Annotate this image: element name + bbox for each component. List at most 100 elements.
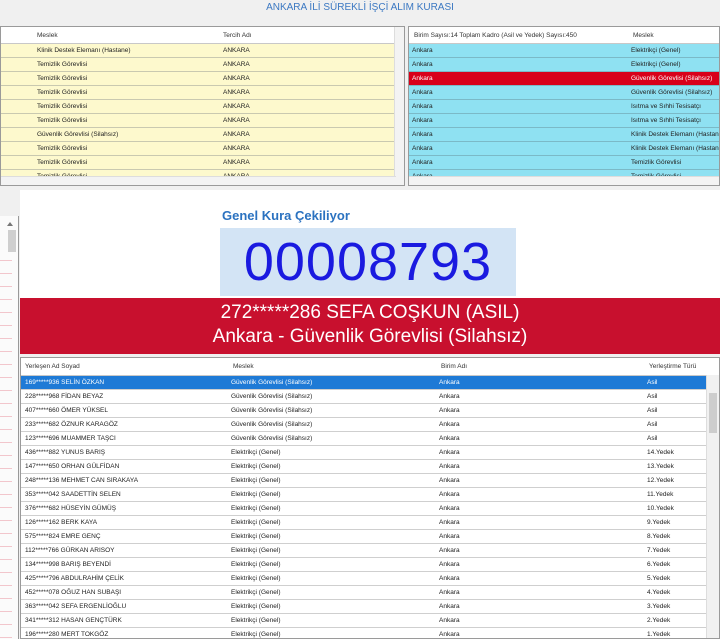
cell-meslek: Elektrikçi (Genel)	[231, 463, 281, 470]
vertical-scrollbar[interactable]	[394, 27, 404, 185]
preference-grid[interactable]: Meslek Tercih Adı Klinik Destek Elemanı …	[0, 26, 405, 186]
column-header-tercih[interactable]: Tercih Adı	[223, 32, 252, 39]
cell-meslek: Temizlik Görevlisi	[631, 159, 682, 166]
strip-divider	[0, 572, 12, 573]
grid-row[interactable]: Ankara Güvenlik Görevlisi (Silahsız)	[409, 72, 719, 86]
table-row[interactable]: 228*****968 FİDAN BEYAZ Güvenlik Görevlis…	[21, 390, 719, 404]
strip-divider	[0, 546, 12, 547]
scroll-thumb[interactable]	[8, 230, 16, 252]
table-row[interactable]: 233*****682 ÖZNUR KARAGÖZ Güvenlik Görevl…	[21, 418, 719, 432]
grid-row[interactable]: Güvenlik Görevlisi (Silahsız) ANKARA	[1, 128, 404, 142]
grid-row[interactable]: Temizlik Görevlisi ANKARA	[1, 58, 404, 72]
grid-row[interactable]: Ankara Elektrikçi (Genel)	[409, 44, 719, 58]
grid-row[interactable]: Temizlik Görevlisi ANKARA	[1, 114, 404, 128]
cell-birim: Ankara	[412, 159, 433, 166]
strip-divider	[0, 611, 12, 612]
cell-tur: 1.Yedek	[647, 631, 671, 638]
table-row[interactable]: 575*****824 EMRE GENÇ Elektrikçi (Genel) A…	[21, 530, 719, 544]
grid-row[interactable]: Ankara Isıtma ve Sıhhi Tesisatçı	[409, 114, 719, 128]
cell-tur: 5.Yedek	[647, 575, 671, 582]
cell-birim: Ankara	[439, 407, 460, 414]
cell-tur: Asil	[647, 435, 658, 442]
cell-meslek: Temizlik Görevlisi	[37, 103, 88, 110]
grid-row[interactable]: Temizlik Görevlisi ANKARA	[1, 86, 404, 100]
grid-row[interactable]: Ankara Elektrikçi (Genel)	[409, 58, 719, 72]
strip-divider	[0, 455, 12, 456]
grid-row[interactable]: Klinik Destek Elemanı (Hastane) ANKARA	[1, 44, 404, 58]
strip-divider	[0, 312, 12, 313]
cell-meslek: Güvenlik Görevlisi (Silahsız)	[231, 379, 313, 386]
column-header-meslek[interactable]: Meslek	[37, 32, 58, 39]
table-row[interactable]: 112*****766 GÜRKAN ARISOY Elektrikçi (Gen…	[21, 544, 719, 558]
cell-meslek: Klinik Destek Elemanı (Hastane)	[631, 131, 720, 138]
table-row[interactable]: 196*****280 MERT TOKGÖZ Elektrikçi (Genel…	[21, 628, 719, 638]
grid-row[interactable]: Temizlik Görevlisi ANKARA	[1, 100, 404, 114]
table-row[interactable]: 425*****796 ABDULRAHİM ÇELİK Elektrikçi (…	[21, 572, 719, 586]
horizontal-scrollbar[interactable]	[1, 176, 396, 185]
cell-birim: Ankara	[439, 547, 460, 554]
cell-birim: Ankara	[439, 421, 460, 428]
side-list-panel[interactable]	[0, 216, 19, 639]
grid-row[interactable]: Ankara Isıtma ve Sıhhi Tesisatçı	[409, 100, 719, 114]
strip-divider	[0, 585, 12, 586]
grid-row[interactable]: Temizlik Görevlisi ANKARA	[1, 72, 404, 86]
table-row[interactable]: 134*****998 BARIŞ BEYENDİ Elektrikçi (Gen…	[21, 558, 719, 572]
grid-header: Meslek Tercih Adı	[1, 27, 404, 44]
table-row[interactable]: 147*****650 ORHAN GÜLFİDAN Elektrikçi (Ge…	[21, 460, 719, 474]
table-row[interactable]: 452*****078 OĞUZ HAN SUBAŞI Elektrikçi (G…	[21, 586, 719, 600]
grid-row[interactable]: Ankara Klinik Destek Elemanı (Hastane)	[409, 142, 719, 156]
column-header-tur[interactable]: Yerleştirme Türü	[649, 363, 696, 370]
cell-tur: 7.Yedek	[647, 547, 671, 554]
cell-birim: Ankara	[439, 477, 460, 484]
table-row[interactable]: 126*****162 BERK KAYA Elektrikçi (Genel) A…	[21, 516, 719, 530]
cell-name: 123*****696 MUAMMER TAŞCI	[25, 435, 116, 442]
strip-divider	[0, 351, 12, 352]
cell-birim: Ankara	[439, 463, 460, 470]
cell-tercih: ANKARA	[223, 47, 250, 54]
grid-row[interactable]: Ankara Klinik Destek Elemanı (Hastane)	[409, 128, 719, 142]
strip-divider	[0, 468, 12, 469]
cell-name: 436*****882 YUNUS BARIŞ	[25, 449, 106, 456]
scroll-thumb[interactable]	[709, 393, 717, 433]
cell-tur: 10.Yedek	[647, 505, 674, 512]
vertical-scrollbar[interactable]	[706, 375, 719, 638]
cell-meslek: Güvenlik Görevlisi (Silahsız)	[631, 89, 713, 96]
cell-tur: 11.Yedek	[647, 491, 674, 498]
unit-grid[interactable]: Birim Sayısı:14 Toplam Kadro (Asil ve Ye…	[408, 26, 720, 186]
column-header-meslek[interactable]: Meslek	[233, 363, 254, 370]
cell-meslek: Temizlik Görevlisi	[37, 159, 88, 166]
table-row[interactable]: 341*****312 HASAN GENÇTÜRK Elektrikçi (Ge…	[21, 614, 719, 628]
placement-table[interactable]: Yerleşen Ad Soyad Meslek Birim Adı Yerle…	[20, 357, 720, 639]
column-header-meslek[interactable]: Meslek	[633, 32, 654, 39]
grid-row[interactable]: Temizlik Görevlisi ANKARA	[1, 156, 404, 170]
cell-tur: 13.Yedek	[647, 463, 674, 470]
cell-name: 112*****766 GÜRKAN ARISOY	[25, 547, 115, 554]
cell-name: 363*****042 SEFA ERGENLİOĞLU	[25, 603, 127, 610]
column-header-birim[interactable]: Birim Sayısı:14 Toplam Kadro (Asil ve Ye…	[414, 32, 577, 39]
strip-divider	[0, 364, 12, 365]
table-header: Yerleşen Ad Soyad Meslek Birim Adı Yerle…	[21, 358, 719, 376]
table-row[interactable]: 363*****042 SEFA ERGENLİOĞLU Elektrikçi (…	[21, 600, 719, 614]
cell-tur: Asil	[647, 379, 658, 386]
cell-birim: Ankara	[439, 575, 460, 582]
table-row[interactable]: 169*****936 SELİN ÖZKAN Güvenlik Görevlis…	[21, 376, 719, 390]
grid-row[interactable]: Ankara Güvenlik Görevlisi (Silahsız)	[409, 86, 719, 100]
scroll-up-icon[interactable]	[7, 222, 13, 226]
cell-tur: Asil	[647, 393, 658, 400]
cell-tercih: ANKARA	[223, 103, 250, 110]
table-row[interactable]: 248*****136 MEHMET CAN SIRAKAYA Elektrikç…	[21, 474, 719, 488]
grid-row[interactable]: Ankara Temizlik Görevlisi	[409, 156, 719, 170]
strip-divider	[0, 533, 12, 534]
strip-divider	[0, 520, 12, 521]
cell-tur: 2.Yedek	[647, 617, 671, 624]
table-row[interactable]: 123*****696 MUAMMER TAŞCI Güvenlik Görevl…	[21, 432, 719, 446]
table-row[interactable]: 407*****660 ÖMER YÜKSEL Güvenlik Görevlis…	[21, 404, 719, 418]
table-row[interactable]: 376*****682 HÜSEYİN GÜMÜŞ Elektrikçi (Gen…	[21, 502, 719, 516]
horizontal-scrollbar[interactable]	[409, 176, 719, 185]
cell-meslek: Elektrikçi (Genel)	[231, 449, 281, 456]
table-row[interactable]: 353*****042 SAADETTİN SELEN Elektrikçi (G…	[21, 488, 719, 502]
column-header-birim[interactable]: Birim Adı	[441, 363, 467, 370]
grid-row[interactable]: Temizlik Görevlisi ANKARA	[1, 142, 404, 156]
column-header-name[interactable]: Yerleşen Ad Soyad	[25, 363, 80, 370]
table-row[interactable]: 436*****882 YUNUS BARIŞ Elektrikçi (Genel…	[21, 446, 719, 460]
